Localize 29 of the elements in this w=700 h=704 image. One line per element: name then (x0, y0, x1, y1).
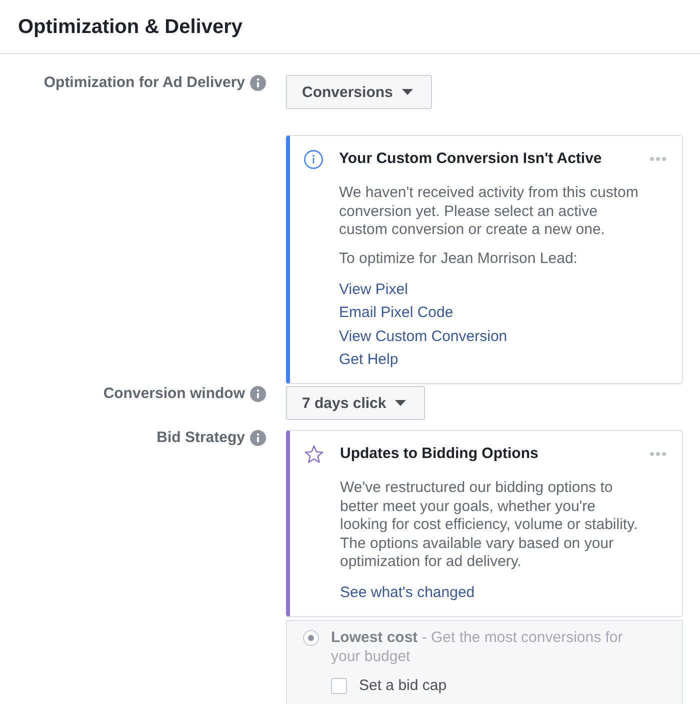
link[interactable]: View Pixel (339, 280, 408, 298)
more-icon[interactable] (650, 157, 666, 161)
caret-icon (402, 89, 413, 95)
checkbox[interactable] (331, 678, 347, 694)
notice-text: To optimize for Jean Morrison Lead: (339, 250, 578, 268)
dropdown-button[interactable]: 7 days click (286, 386, 426, 420)
more-icon[interactable] (650, 452, 666, 456)
notice-title: Your Custom Conversion Isn't Active (339, 150, 602, 168)
info-icon (304, 150, 323, 169)
info-icon[interactable] (250, 430, 266, 446)
info-icon[interactable] (250, 386, 266, 402)
star-icon (304, 445, 324, 464)
link[interactable]: See what's changed (340, 584, 475, 602)
field-label: Conversion window (103, 386, 245, 402)
notice-text: We haven't received activity from this custom conversion yet. Please select an active custom conversion or create a new one. (339, 184, 640, 240)
link[interactable]: View Custom Conversion (339, 328, 508, 346)
link[interactable]: Email Pixel Code (339, 304, 454, 322)
field-label: Optimization for Ad Delivery (44, 75, 245, 91)
radio-button[interactable] (303, 630, 319, 646)
notice-text: We've restructured our bidding options to better meet your goals, whether you're looking for cost efficiency, volume or stability. The options available vary based on your optimization for ad delivery. (340, 479, 639, 572)
field-label: Bid Strategy (156, 430, 245, 446)
link[interactable]: Get Help (339, 351, 398, 369)
section-title: Optimization & Delivery (18, 14, 242, 38)
caret-icon (395, 400, 406, 406)
info-icon[interactable] (250, 75, 266, 91)
option-text: Lowest cost - Get the most conversions for your budget (331, 628, 624, 666)
checkbox-label: Set a bid cap (359, 676, 447, 695)
notice-title: Updates to Bidding Options (340, 445, 538, 463)
dropdown-button[interactable]: Conversions (286, 75, 432, 109)
